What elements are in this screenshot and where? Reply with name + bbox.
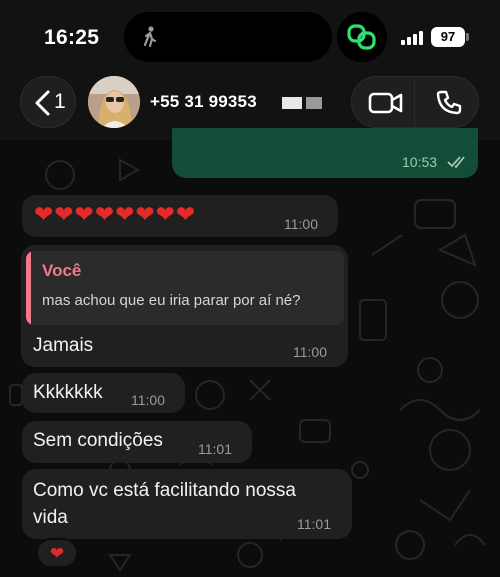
message-text: Jamais: [33, 335, 94, 356]
redaction-block: [306, 97, 322, 109]
message-text-line-1: Como vc está facilitando nossa: [33, 480, 296, 501]
message-time: 11:01: [198, 441, 232, 457]
unread-count: 1: [54, 90, 66, 113]
contact-avatar[interactable]: [88, 76, 140, 128]
message-bubble-outgoing[interactable]: 10:53: [172, 128, 478, 178]
quote-text: mas achou que eu iria parar por aí né?: [42, 292, 301, 309]
clock-time: 16:25: [44, 26, 100, 49]
message-bubble-incoming[interactable]: Sem condições 11:01: [22, 421, 252, 463]
battery-indicator: 97: [431, 27, 465, 47]
back-button[interactable]: 1: [20, 76, 76, 128]
message-time: 10:53: [402, 154, 438, 170]
link-icon: [347, 24, 376, 50]
message-time: 11:00: [284, 216, 318, 232]
avatar-photo: [88, 76, 140, 128]
message-bubble-incoming[interactable]: Como vc está facilitando nossa vida 11:0…: [22, 469, 352, 539]
call-actions: [351, 76, 479, 129]
walking-person-icon: [143, 26, 157, 48]
message-bubble-incoming[interactable]: ❤❤❤❤❤❤❤❤ 11:00: [22, 195, 338, 237]
message-text-line-2: vida: [33, 507, 68, 528]
battery-tip: [466, 33, 469, 41]
message-bubble-incoming[interactable]: Kkkkkkk 11:00: [22, 373, 185, 413]
message-time: 11:00: [293, 344, 327, 360]
video-camera-icon[interactable]: [368, 92, 404, 114]
message-time: 11:00: [131, 392, 165, 408]
message-bubble-incoming[interactable]: Você mas achou que eu iria parar por aí …: [21, 245, 348, 367]
redaction-block: [282, 97, 302, 109]
divider: [414, 77, 415, 129]
message-text: Sem condições: [33, 430, 163, 451]
quote-accent-bar: [26, 251, 31, 325]
message-text: ❤❤❤❤❤❤❤❤: [34, 201, 197, 227]
phone-icon[interactable]: [436, 90, 462, 116]
quote-author: Você: [42, 261, 82, 280]
double-check-icon: [447, 156, 465, 169]
quoted-message[interactable]: Você mas achou que eu iria parar por aí …: [26, 251, 344, 325]
message-reaction[interactable]: ❤: [36, 538, 78, 568]
chevron-left-icon: [35, 90, 50, 116]
contact-name[interactable]: +55 31 99353: [150, 92, 257, 112]
live-activity: [337, 12, 387, 62]
message-time: 11:01: [297, 516, 331, 532]
dynamic-island: [124, 12, 332, 62]
status-bar: 16:25 97: [0, 0, 500, 70]
message-text: Kkkkkkk: [33, 382, 103, 403]
cellular-signal-icon: [401, 31, 423, 45]
